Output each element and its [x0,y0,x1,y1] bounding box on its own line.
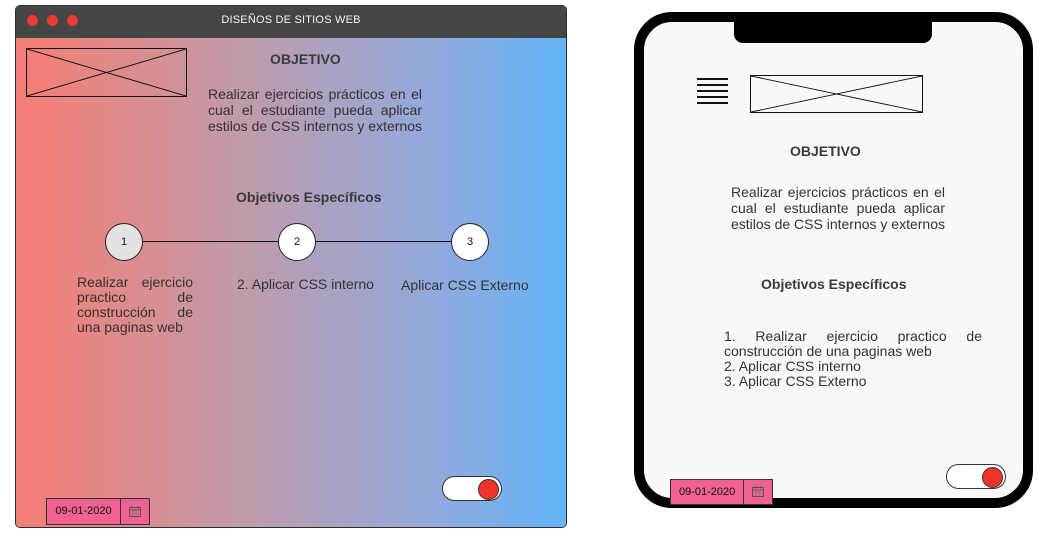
step-1-circle[interactable]: 1 [105,223,143,261]
hamburger-menu-icon[interactable] [697,78,728,108]
objective-heading: OBJETIVO [270,51,341,67]
mobile-objective-heading: OBJETIVO [790,143,861,159]
window-titlebar: DISEÑOS DE SITIOS WEB [16,6,566,38]
mobile-specific-objectives-heading: Objetivos Específicos [761,276,907,292]
mobile-date-input[interactable]: 09-01-2020 [671,480,745,504]
toggle-knob [982,467,1003,488]
list-item: 2. Aplicar CSS interno [724,358,861,374]
window-content: OBJETIVO Realizar ejercicios prácticos e… [16,38,566,527]
specific-objectives-heading: Objetivos Específicos [236,189,382,205]
objective-text: Realizar ejercicios prácticos en el cual… [208,86,422,134]
mobile-logo-image-placeholder-icon [750,75,923,113]
calendar-icon [129,506,141,517]
list-item: 1. Realizar ejercicio practico de constr… [724,328,982,359]
desktop-window: DISEÑOS DE SITIOS WEB OBJETIVO Realizar … [15,5,567,528]
date-picker[interactable]: 09-01-2020 [46,498,150,525]
calendar-button[interactable] [121,499,149,524]
calendar-icon [752,486,765,497]
toggle-switch[interactable] [442,476,502,501]
mobile-date-picker[interactable]: 09-01-2020 [670,479,773,505]
step-2-circle[interactable]: 2 [278,223,316,261]
mobile-toggle-switch[interactable] [946,464,1006,489]
mobile-objectives-list: 1. Realizar ejercicio practico de constr… [724,329,982,389]
mobile-calendar-button[interactable] [744,480,772,504]
step-1-label: Realizar ejercicio practico de construcc… [77,274,193,335]
mobile-objective-text: Realizar ejercicios prácticos en el cual… [731,184,945,232]
toggle-knob [478,479,499,500]
step-3-label: Aplicar CSS Externo [401,277,529,293]
list-item: 3. Aplicar CSS Externo [724,373,867,389]
phone-notch [734,20,932,43]
step-2-label: 2. Aplicar CSS interno [237,276,374,292]
step-3-circle[interactable]: 3 [451,223,489,261]
date-input[interactable]: 09-01-2020 [47,499,121,524]
logo-image-placeholder-icon [26,48,187,97]
mobile-phone-frame: OBJETIVO Realizar ejercicios prácticos e… [634,12,1033,508]
window-title: DISEÑOS DE SITIOS WEB [221,14,361,26]
